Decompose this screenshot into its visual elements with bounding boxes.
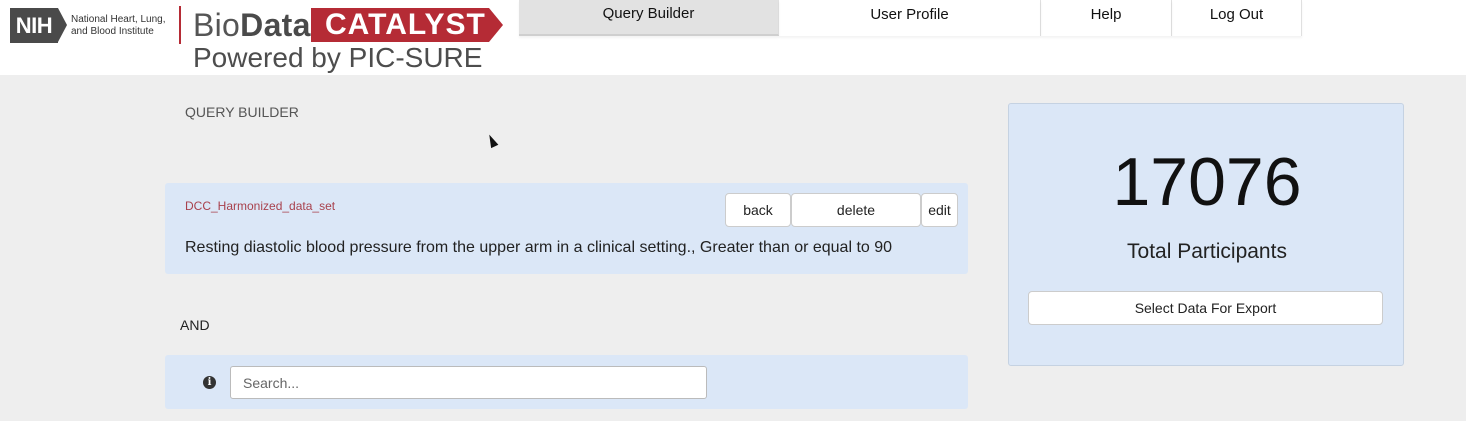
institute-name-line2: and Blood Institute <box>71 26 154 37</box>
top-bar: NIH National Heart, Lung, and Blood Inst… <box>0 0 1466 75</box>
tab-query-builder[interactable]: Query Builder <box>519 0 779 36</box>
info-icon[interactable]: i <box>203 376 216 389</box>
biodata-wordmark: BioData <box>193 4 311 46</box>
institute-name-line1: National Heart, Lung, <box>71 14 166 25</box>
summary-panel: 17076 Total Participants Select Data For… <box>1008 103 1404 366</box>
institute-name: National Heart, Lung, and Blood Institut… <box>71 14 171 38</box>
powered-by-text: Powered by PIC-SURE <box>193 42 483 73</box>
nih-logo: NIH <box>10 8 58 43</box>
participant-count: 17076 <box>1112 144 1302 220</box>
filter-category: DCC_Harmonized_data_set <box>185 199 336 213</box>
data-text: Data <box>240 7 311 43</box>
tab-user-profile[interactable]: User Profile <box>779 0 1041 36</box>
bio-text: Bio <box>193 7 241 43</box>
catalyst-banner: CATALYST <box>311 8 489 42</box>
filter-description: Resting diastolic blood pressure from th… <box>185 239 893 256</box>
select-data-for-export-button[interactable]: Select Data For Export <box>1028 291 1383 325</box>
filter-card: DCC_Harmonized_data_set back delete edit… <box>165 183 968 274</box>
tab-log-out[interactable]: Log Out <box>1172 0 1302 36</box>
search-input[interactable] <box>230 366 707 399</box>
edit-button[interactable]: edit <box>921 193 958 227</box>
search-card: i <box>165 355 968 409</box>
catalyst-banner-tip <box>489 8 503 42</box>
nih-logo-arrow <box>58 8 67 42</box>
nih-logo-text: NIH <box>15 12 53 38</box>
back-button[interactable]: back <box>725 193 791 227</box>
catalyst-text: CATALYST <box>325 8 486 41</box>
delete-button[interactable]: delete <box>791 193 921 227</box>
query-builder-title: QUERY BUILDER <box>185 104 299 120</box>
mouse-cursor-icon <box>485 132 499 149</box>
logo-divider <box>179 6 181 44</box>
and-operator: AND <box>180 317 210 333</box>
tab-help[interactable]: Help <box>1041 0 1172 36</box>
participant-count-label: Total Participants <box>1127 240 1287 263</box>
